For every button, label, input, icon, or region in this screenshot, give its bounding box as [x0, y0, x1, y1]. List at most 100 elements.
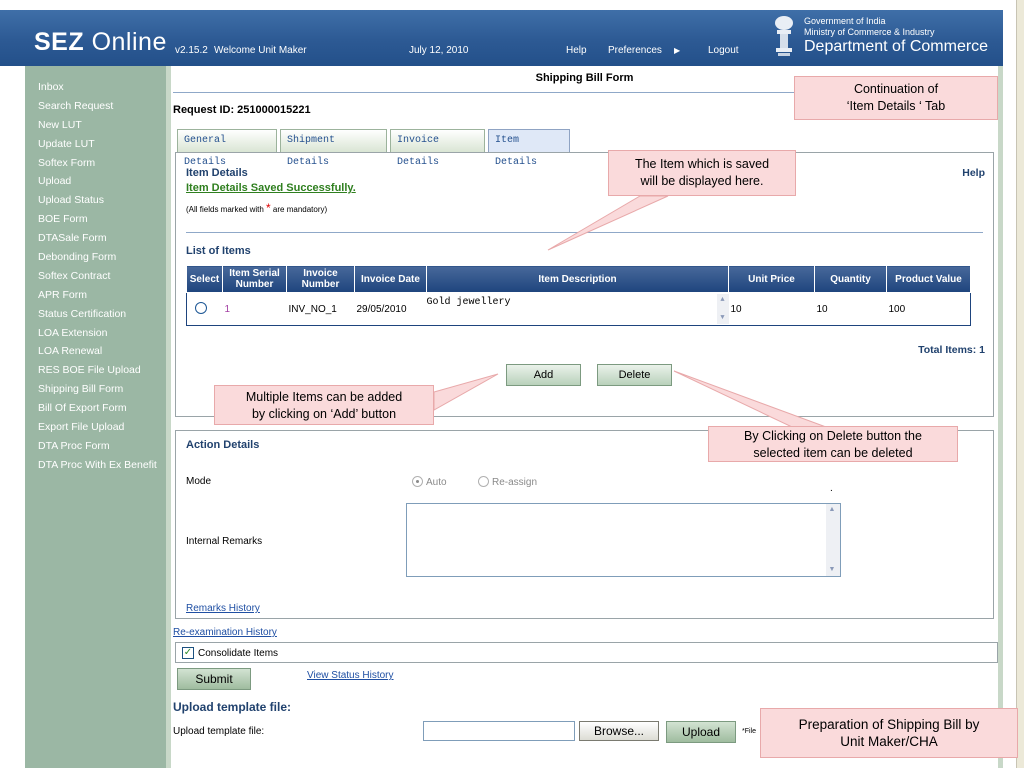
govt-line-2: Ministry of Commerce & Industry: [804, 27, 935, 37]
sidebar-item-export-file-upload[interactable]: Export File Upload: [38, 418, 157, 437]
mode-auto-option[interactable]: Auto: [412, 476, 447, 488]
header-help-link[interactable]: Help: [566, 45, 587, 56]
consolidate-label: Consolidate Items: [198, 648, 279, 659]
sidebar-item-softex-contract[interactable]: Softex Contract: [38, 267, 157, 286]
callout-continuation-line1: Continuation of: [853, 82, 939, 96]
callout-preparation: Preparation of Shipping Bill by Unit Mak…: [760, 708, 1018, 758]
submit-button[interactable]: Submit: [177, 668, 251, 690]
logout-link[interactable]: Logout: [708, 45, 739, 56]
sidebar-item-apr-form[interactable]: APR Form: [38, 286, 157, 305]
items-table: Select Item Serial Number Invoice Number…: [186, 265, 971, 326]
callout-saved-line1: The Item which is saved: [634, 157, 770, 171]
scroll-down-icon[interactable]: ▼: [827, 565, 837, 575]
national-emblem-icon: [775, 16, 793, 56]
invoice-number-cell: INV_NO_1: [286, 292, 355, 326]
sidebar-item-softex-form[interactable]: Softex Form: [38, 154, 157, 173]
caret-right-icon: ▶: [674, 46, 681, 55]
item-help-link[interactable]: Help: [962, 167, 985, 179]
remarks-scrollbar[interactable]: ▲ ▼: [826, 504, 840, 576]
scroll-down-icon[interactable]: ▼: [718, 313, 728, 323]
tab-shipment-details[interactable]: Shipment Details: [280, 129, 387, 168]
table-header-row: Select Item Serial Number Invoice Number…: [186, 265, 971, 293]
reexamination-history-link[interactable]: Re-examination History: [173, 627, 277, 638]
upload-template-label: Upload template file:: [173, 726, 265, 737]
upload-section-title: Upload template file:: [173, 700, 292, 714]
row-select-radio[interactable]: [195, 301, 207, 314]
delete-button[interactable]: Delete: [597, 364, 672, 386]
table-row: 1 INV_NO_1 29/05/2010 Gold jewellery ▲ ▼…: [186, 292, 971, 326]
mode-auto-radio[interactable]: [412, 476, 423, 487]
sidebar-item-loa-extension[interactable]: LOA Extension: [38, 324, 157, 343]
callout-continuation: Continuation of ‘Item Details ‘ Tab: [794, 76, 998, 120]
callout-multiple-items: Multiple Items can be added by clicking …: [214, 385, 434, 425]
mandatory-suffix: are mandatory): [270, 205, 328, 214]
item-description-textarea[interactable]: Gold jewellery ▲ ▼: [427, 294, 729, 324]
serial-cell: 1: [222, 292, 287, 326]
date-label: July 12, 2010: [409, 45, 469, 56]
callout-prep-line2: Unit Maker/CHA: [840, 734, 938, 749]
col-item-description: Item Description: [426, 265, 729, 293]
sez-online-logo[interactable]: SEZ Online: [34, 28, 167, 57]
description-cell: Gold jewellery ▲ ▼: [426, 292, 729, 326]
callout-multiple-line2: by clicking on ‘Add’ button: [251, 407, 397, 421]
tab-general-details[interactable]: General Details: [177, 129, 277, 168]
sidebar-item-search-request[interactable]: Search Request: [38, 97, 157, 116]
mode-reassign-radio[interactable]: [478, 476, 489, 487]
upload-button[interactable]: Upload: [666, 721, 736, 743]
sidebar-item-dtasale-form[interactable]: DTASale Form: [38, 229, 157, 248]
sidebar-item-inbox[interactable]: Inbox: [38, 78, 157, 97]
total-items-count: Total Items: 1: [918, 344, 985, 356]
sidebar-item-bill-of-export-form[interactable]: Bill Of Export Form: [38, 399, 157, 418]
callout-delete-line1: By Clicking on Delete button the: [744, 429, 922, 443]
scroll-up-icon[interactable]: ▲: [827, 505, 837, 515]
view-status-history-link[interactable]: View Status History: [307, 670, 394, 681]
callout-continuation-line2: ‘Item Details ‘ Tab: [846, 99, 946, 113]
remarks-history-link[interactable]: Remarks History: [186, 603, 260, 614]
description-scrollbar[interactable]: ▲ ▼: [716, 294, 729, 324]
tab-invoice-details[interactable]: Invoice Details: [390, 129, 485, 168]
add-button[interactable]: Add: [506, 364, 581, 386]
tab-item-details[interactable]: Item Details: [488, 129, 570, 168]
mode-label: Mode: [186, 476, 212, 487]
version-label: v2.15.2: [175, 45, 208, 56]
mandatory-note: (All fields marked with * are mandatory): [186, 201, 327, 215]
item-serial-link[interactable]: 1: [225, 304, 231, 315]
consolidate-row: ✓ Consolidate Items: [175, 642, 998, 663]
sidebar-item-update-lut[interactable]: Update LUT: [38, 135, 157, 154]
scroll-up-icon[interactable]: ▲: [718, 295, 728, 305]
mandatory-prefix: (All fields marked with: [186, 205, 267, 214]
sidebar-nav: Inbox Search Request New LUT Update LUT Soft…: [25, 66, 166, 768]
left-margin: [0, 66, 25, 768]
col-select: Select: [186, 265, 223, 293]
callout-multiple-line1: Multiple Items can be added: [245, 390, 403, 404]
sidebar-item-status-certification[interactable]: Status Certification: [38, 305, 157, 324]
col-item-serial: Item Serial Number: [222, 265, 287, 293]
invoice-date-cell: 29/05/2010: [354, 292, 427, 326]
callout-saved-line2: will be displayed here.: [640, 174, 764, 188]
callout-saved-item: The Item which is saved will be displaye…: [608, 150, 796, 196]
preferences-menu[interactable]: Preferences: [608, 45, 662, 56]
app-header: SEZ Online v2.15.2 Welcome Unit Maker Ju…: [0, 0, 1003, 66]
sidebar-item-upload-status[interactable]: Upload Status: [38, 191, 157, 210]
sidebar-item-shipping-bill-form[interactable]: Shipping Bill Form: [38, 380, 157, 399]
upload-file-input[interactable]: [423, 721, 575, 741]
browse-button[interactable]: Browse...: [579, 721, 659, 741]
unit-price-cell: 10: [728, 292, 815, 326]
internal-remarks-textarea[interactable]: ▲ ▼: [406, 503, 841, 577]
save-success-message: Item Details Saved Successfully.: [186, 182, 356, 194]
mode-reassign-option[interactable]: Re-assign: [478, 476, 537, 488]
item-details-heading: Item Details: [186, 167, 248, 179]
sidebar-item-loa-renewal[interactable]: LOA Renewal: [38, 342, 157, 361]
sidebar-item-debonding-form[interactable]: Debonding Form: [38, 248, 157, 267]
window-scrollbar[interactable]: [1016, 0, 1024, 768]
sidebar-item-boe-form[interactable]: BOE Form: [38, 210, 157, 229]
right-margin: [1003, 0, 1016, 768]
sidebar-item-new-lut[interactable]: New LUT: [38, 116, 157, 135]
sidebar-item-upload[interactable]: Upload: [38, 172, 157, 191]
sidebar-item-dta-proc-form[interactable]: DTA Proc Form: [38, 437, 157, 456]
sidebar-item-res-boe-file-upload[interactable]: RES BOE File Upload: [38, 361, 157, 380]
col-product-value: Product Value: [886, 265, 971, 293]
callout-prep-line1: Preparation of Shipping Bill by: [798, 717, 980, 732]
consolidate-checkbox[interactable]: ✓: [182, 647, 194, 659]
sidebar-item-dta-proc-with-ex-benefit[interactable]: DTA Proc With Ex Benefit: [38, 456, 157, 475]
